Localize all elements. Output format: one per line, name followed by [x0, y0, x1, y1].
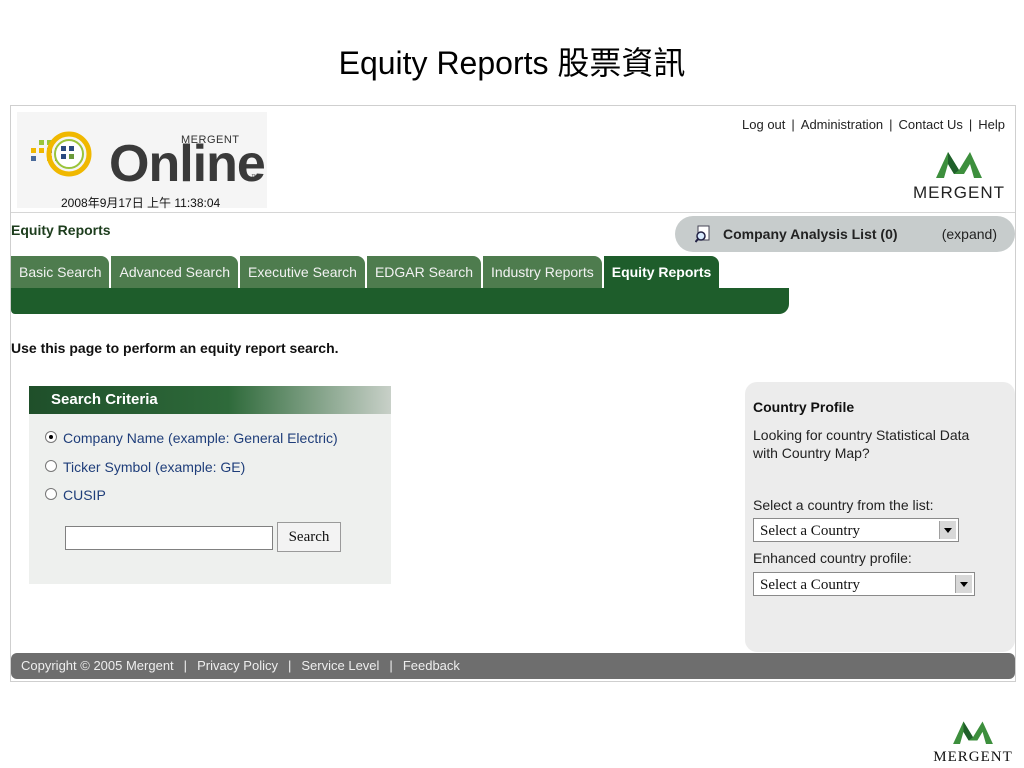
corner-logo-word: MERGENT: [933, 749, 1013, 765]
dropdown-arrow-icon[interactable]: [939, 521, 956, 539]
company-analysis-list[interactable]: Company Analysis List (0) (expand): [675, 216, 1015, 252]
tab-bar: [11, 288, 789, 314]
country-profile-panel: Country Profile Looking for country Stat…: [745, 382, 1015, 652]
mergent-mountain-icon: [936, 152, 982, 178]
ticker-symbol-label: Ticker Symbol (example: GE): [63, 459, 246, 475]
logo-tm: ™: [251, 174, 258, 181]
option-cusip[interactable]: CUSIP: [45, 487, 106, 503]
nav-tabs: Basic Search Advanced Search Executive S…: [11, 256, 721, 288]
header-datetime: 2008年9月17日 上午 11:38:04: [61, 196, 221, 210]
tab-industry-reports[interactable]: Industry Reports: [483, 256, 602, 288]
privacy-policy-link[interactable]: Privacy Policy: [197, 658, 278, 673]
enhanced-country-select[interactable]: Select a Country: [753, 572, 975, 596]
screenshot-frame: MERGENT Online ™ 2008年9月17日 上午 11:38:04 …: [10, 105, 1016, 682]
cusip-label: CUSIP: [63, 487, 106, 503]
company-name-label: Company Name (example: General Electric): [63, 430, 338, 446]
administration-link[interactable]: Administration: [801, 117, 883, 132]
service-level-link[interactable]: Service Level: [301, 658, 379, 673]
mergent-logo: MERGENT: [913, 148, 1005, 202]
help-link[interactable]: Help: [978, 117, 1005, 132]
tab-advanced-search[interactable]: Advanced Search: [111, 256, 239, 288]
search-criteria-title: Search Criteria: [29, 386, 391, 414]
mergent-online-logo[interactable]: MERGENT Online ™ 2008年9月17日 上午 11:38:04: [17, 112, 267, 210]
country-profile-description: Looking for country Statistical Data wit…: [753, 427, 970, 461]
site-header: MERGENT Online ™ 2008年9月17日 上午 11:38:04 …: [11, 106, 1015, 213]
logout-link[interactable]: Log out: [742, 117, 785, 132]
slide-title: Equity Reports 股票資訊: [338, 45, 686, 81]
copyright-text: Copyright © 2005 Mergent: [21, 658, 174, 673]
dropdown-arrow-icon[interactable]: [955, 575, 972, 593]
top-links: Log out | Administration | Contact Us | Help: [742, 117, 1005, 132]
page-intro: Use this page to perform an equity repor…: [11, 340, 339, 356]
site-footer: Copyright © 2005 Mergent | Privacy Policy |…: [11, 653, 1015, 679]
ticker-symbol-radio[interactable]: [45, 460, 57, 472]
company-name-radio[interactable]: [45, 431, 57, 443]
logo-product: Online: [109, 135, 266, 193]
magnifier-document-icon: [695, 225, 710, 243]
contact-us-link[interactable]: Contact Us: [899, 117, 963, 132]
search-input[interactable]: [65, 526, 273, 550]
feedback-link[interactable]: Feedback: [403, 658, 460, 673]
expand-link[interactable]: (expand): [942, 226, 997, 242]
tab-equity-reports[interactable]: Equity Reports: [603, 256, 720, 288]
company-analysis-list-label: Company Analysis List (0): [723, 226, 898, 242]
search-criteria-panel: Search Criteria Company Name (example: G…: [29, 386, 391, 584]
mergent-mountain-icon: [953, 721, 993, 744]
section-label: Equity Reports: [11, 222, 111, 238]
mergent-logo-word: MERGENT: [913, 183, 1005, 202]
country-profile-title: Country Profile: [753, 399, 855, 415]
cusip-radio[interactable]: [45, 488, 57, 500]
enhanced-profile-label: Enhanced country profile:: [753, 550, 912, 566]
option-company-name[interactable]: Company Name (example: General Electric): [45, 430, 338, 446]
option-ticker-symbol[interactable]: Ticker Symbol (example: GE): [45, 459, 245, 475]
tab-edgar-search[interactable]: EDGAR Search: [366, 256, 482, 288]
corner-mergent-logo: MERGENT: [928, 718, 1018, 766]
logo-dots-icon: [31, 131, 92, 177]
search-button[interactable]: Search: [277, 522, 341, 552]
select-country-label: Select a country from the list:: [753, 497, 934, 513]
tab-executive-search[interactable]: Executive Search: [240, 256, 365, 288]
tab-basic-search[interactable]: Basic Search: [11, 256, 110, 288]
country-select-value: Select a Country: [760, 523, 860, 539]
enhanced-country-select-value: Select a Country: [760, 577, 860, 593]
country-select[interactable]: Select a Country: [753, 518, 959, 542]
